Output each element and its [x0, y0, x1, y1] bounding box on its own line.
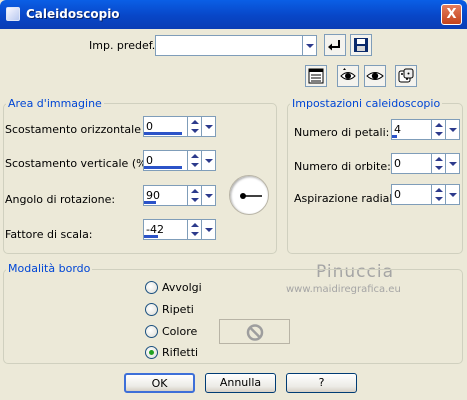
toggle-preview-button[interactable] — [305, 65, 327, 87]
v-offset-spinner[interactable] — [188, 150, 202, 171]
radio-avvolgi-label[interactable]: Avvolgi — [162, 281, 202, 294]
rotation-spinner[interactable] — [188, 185, 202, 206]
orbits-dropdown[interactable] — [446, 153, 460, 174]
kaleido-settings-title: Impostazioni caleidoscopio — [290, 97, 443, 110]
window-preview-icon — [308, 68, 324, 84]
scale-label: Fattore di scala: — [5, 228, 93, 241]
no-color-icon — [246, 324, 264, 341]
rotation-dropdown[interactable] — [202, 185, 216, 206]
v-offset-dropdown[interactable] — [202, 150, 216, 171]
radial-label: Aspirazione radiale: — [294, 192, 403, 205]
dice-icon — [398, 68, 414, 83]
radio-rifletti[interactable] — [145, 346, 158, 359]
edge-mode-group — [3, 269, 463, 364]
reset-preset-button[interactable] — [324, 34, 346, 56]
petals-spinner[interactable] — [432, 119, 446, 140]
orbits-spinner[interactable] — [432, 153, 446, 174]
title-bar: Caleidoscopio X — [0, 0, 467, 29]
orbits-input[interactable]: 0 — [391, 153, 432, 174]
h-offset-input[interactable]: 0 — [143, 116, 188, 137]
radio-ripeti-label[interactable]: Ripeti — [162, 303, 194, 316]
rotation-dial[interactable] — [229, 175, 269, 215]
randomize-button[interactable] — [395, 65, 417, 87]
reset-arrow-icon — [328, 40, 340, 51]
radio-colore-label[interactable]: Colore — [162, 325, 197, 338]
orbits-value: 0 — [394, 157, 401, 170]
rotation-label: Angolo di rotazione: — [5, 193, 116, 206]
radio-colore[interactable] — [145, 325, 158, 338]
rotation-slider-fill — [144, 201, 156, 204]
eye-icon — [366, 72, 384, 80]
image-area-title: Area d'immagine — [6, 97, 104, 110]
radial-value: 0 — [394, 188, 401, 201]
preset-label: Imp. predef.: — [89, 39, 159, 52]
petals-input[interactable]: 4 — [391, 119, 432, 140]
color-swatch[interactable] — [219, 319, 290, 344]
preset-dropdown-arrow[interactable] — [303, 35, 317, 56]
eye-arrow-icon — [340, 68, 356, 80]
petals-label: Numero di petali: — [294, 126, 390, 139]
h-offset-spinner[interactable] — [188, 116, 202, 137]
preview-eye-button[interactable] — [364, 65, 386, 87]
help-button[interactable]: ? — [286, 373, 357, 393]
rotation-input[interactable]: 90 — [143, 185, 188, 206]
h-offset-slider-fill — [144, 132, 182, 135]
radio-avvolgi[interactable] — [145, 281, 158, 294]
scale-input[interactable]: -42 — [143, 219, 188, 240]
scale-spinner[interactable] — [188, 219, 202, 240]
v-offset-label: Scostamento verticale (%): — [5, 157, 155, 170]
window-title: Caleidoscopio — [26, 7, 120, 21]
close-button[interactable]: X — [441, 4, 462, 25]
radial-spinner[interactable] — [432, 184, 446, 205]
scale-dropdown[interactable] — [202, 219, 216, 240]
h-offset-dropdown[interactable] — [202, 116, 216, 137]
radial-dropdown[interactable] — [446, 184, 460, 205]
petals-slider-fill — [392, 135, 397, 138]
app-icon — [6, 7, 20, 21]
radio-ripeti[interactable] — [145, 303, 158, 316]
save-preset-button[interactable] — [350, 34, 372, 56]
rotation-dial-needle-icon — [240, 193, 262, 199]
edge-mode-title: Modalità bordo — [6, 262, 93, 275]
scale-slider-fill — [144, 235, 158, 238]
orbits-label: Numero di orbite: — [294, 160, 391, 173]
ok-button[interactable]: OK — [124, 373, 195, 393]
cancel-button[interactable]: Annulla — [205, 373, 276, 393]
radial-input[interactable]: 0 — [391, 184, 432, 205]
proof-toggle-button[interactable] — [337, 65, 359, 87]
v-offset-slider-fill — [144, 166, 182, 169]
radio-rifletti-label[interactable]: Rifletti — [162, 346, 198, 359]
floppy-disk-icon — [354, 38, 368, 52]
petals-dropdown[interactable] — [446, 119, 460, 140]
preset-select[interactable] — [155, 35, 303, 56]
v-offset-input[interactable]: 0 — [143, 150, 188, 171]
